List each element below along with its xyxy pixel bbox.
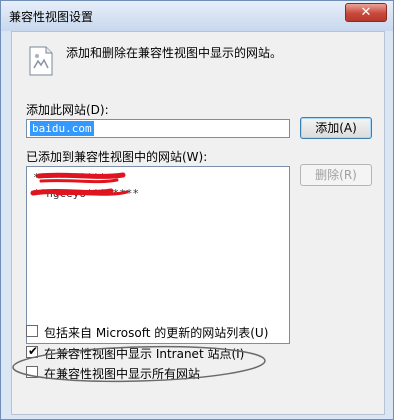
- document-picture-icon: [29, 46, 53, 76]
- red-scribble-redaction: [30, 172, 129, 196]
- add-button[interactable]: 添加(A): [300, 117, 372, 139]
- close-icon: ✕: [360, 5, 372, 20]
- checkbox-label: 包括来自 Microsoft 的更新的网站列表(U): [44, 326, 269, 340]
- add-site-input-value: baidu.com: [30, 121, 94, 136]
- close-button[interactable]: ✕: [345, 3, 387, 22]
- add-site-input[interactable]: baidu.com: [26, 119, 290, 138]
- checkbox-box[interactable]: [26, 325, 38, 337]
- dialog-description: 添加和删除在兼容性视图中显示的网站。: [66, 46, 283, 60]
- added-sites-list[interactable]: *********** **ngceyo********: [26, 166, 290, 344]
- window-title: 兼容性视图设置: [9, 10, 94, 24]
- added-sites-label: 已添加到兼容性视图中的网站(W):: [26, 150, 208, 164]
- add-site-label: 添加此网站(D):: [26, 103, 109, 117]
- remove-button[interactable]: 删除(R): [300, 164, 372, 186]
- compatibility-view-settings-dialog: 兼容性视图设置 ✕ 添加和删除在兼容性视图中显示的网站。 添加此网站(D): b…: [0, 0, 394, 420]
- title-bar: 兼容性视图设置 ✕: [1, 1, 393, 31]
- hand-drawn-circle-annotation: [12, 345, 266, 383]
